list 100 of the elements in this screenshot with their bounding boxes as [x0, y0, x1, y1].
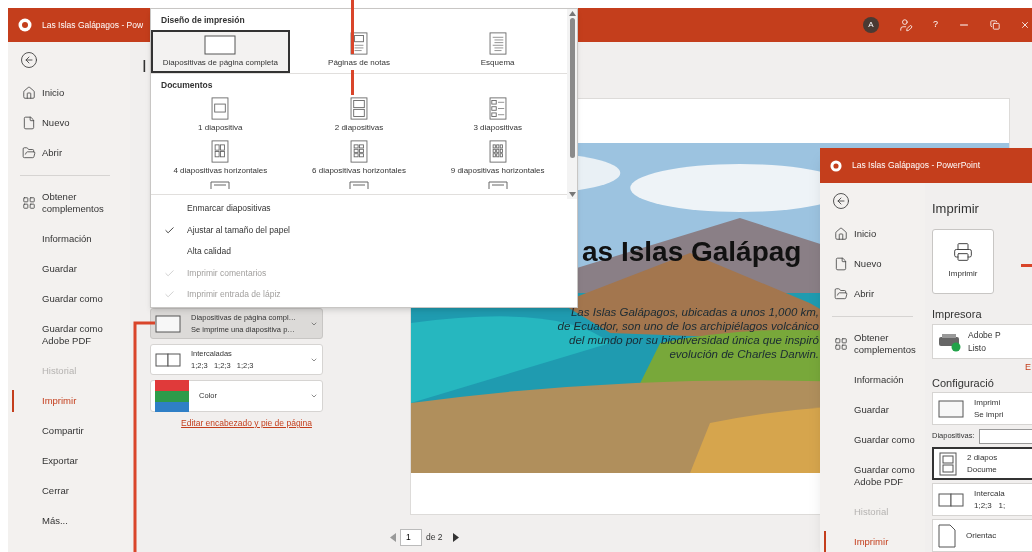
layout-option[interactable]: 3 diapositivas [428, 94, 567, 138]
previous-page-icon[interactable] [390, 533, 396, 542]
sidebar-item[interactable]: Imprimir [42, 395, 112, 407]
sidebar-item[interactable]: Imprimir [854, 536, 921, 548]
layout-option[interactable]: 2 diapositivas [289, 94, 429, 138]
sidebar-item[interactable]: Guardar como Adobe PDF [42, 323, 112, 347]
handout-layout-icon [210, 180, 231, 189]
setting-subtitle: Se impri [974, 408, 1004, 421]
handout-layout-icon [487, 96, 508, 120]
setting-dropdown[interactable]: 2 diapos Docume [932, 447, 1032, 480]
avatar[interactable]: A [863, 17, 879, 33]
home-icon [22, 86, 36, 100]
handout-layout-icon [349, 96, 369, 120]
printer-dropdown[interactable]: Adobe P Listo [932, 324, 1032, 359]
next-page-icon[interactable] [452, 533, 459, 542]
slide-title: as Islas Galápag [582, 235, 802, 269]
slide-text: evolución de Charles Darwin. [669, 347, 819, 361]
slide-text: Las Islas Galápagos, ubicadas a unos 1,000 km, [570, 305, 819, 319]
annotation-line [351, 0, 354, 54]
handout-layout-icon [210, 96, 231, 120]
handout-layout-icon [349, 180, 369, 189]
sidebar-item[interactable]: Cerrar [42, 485, 112, 497]
handout-layout-icon [210, 139, 231, 163]
sidebar-item[interactable]: Nuevo [42, 117, 112, 129]
setting-dropdown[interactable]: Orientac [932, 519, 1032, 552]
document-icon [22, 116, 36, 130]
header-footer-link[interactable]: Editar encabezado y pie de página [181, 417, 312, 430]
sidebar-item[interactable]: Información [42, 233, 112, 245]
sidebar-item[interactable]: Inicio [42, 87, 112, 99]
setting-title: Imprimi [974, 396, 1002, 409]
printer-status: Listo [968, 341, 987, 355]
document-icon [834, 257, 848, 271]
home-icon [834, 227, 848, 241]
sidebar-item[interactable]: Información [854, 374, 921, 386]
window-title: Las Islas Galápagos - PowerPoint [852, 159, 981, 172]
layout-option[interactable]: 1 diapositiva [151, 94, 290, 138]
app-logo-icon [18, 18, 32, 32]
slide-layout-icon [155, 314, 181, 333]
page-number-field[interactable]: 1 [400, 529, 422, 546]
menu-option[interactable]: Ajustar al tamaño del papel [151, 219, 567, 241]
scroll-up-icon[interactable] [568, 11, 576, 16]
slides-field[interactable] [978, 428, 1032, 444]
grid-icon [834, 337, 848, 351]
sidebar-item[interactable]: Abrir [42, 147, 112, 159]
setting-title: Intercala [974, 487, 1006, 500]
coauthor-icon[interactable] [899, 18, 913, 32]
printer-properties-link[interactable]: E [1025, 361, 1031, 375]
sidebar-item[interactable]: Exportar [42, 455, 112, 467]
sidebar-item[interactable]: Nuevo [854, 258, 921, 270]
slide-layout-icon [204, 34, 237, 55]
layout-option[interactable]: Esquema [428, 29, 567, 73]
sidebar-item[interactable]: Guardar [854, 404, 921, 416]
sidebar-item[interactable]: Abrir [854, 288, 921, 300]
scrollbar[interactable] [567, 9, 577, 199]
slide-layout-icon [938, 399, 964, 418]
handout-layout-icon [939, 451, 957, 476]
layout-option[interactable]: 6 diapositivas horizontales [289, 137, 429, 181]
handout-layout-icon [487, 180, 508, 189]
help-button[interactable]: ? [933, 18, 938, 32]
handout-layout-icon [349, 139, 369, 163]
sidebar-item[interactable]: Inicio [854, 228, 921, 240]
chevron-icon [310, 392, 318, 400]
setting-dropdown[interactable]: Intercala 1;2;3 1; [932, 483, 1032, 516]
print-button[interactable]: Imprimir [932, 228, 994, 294]
setting-dropdown[interactable]: Imprimi Se impri [932, 392, 1032, 425]
restore-icon[interactable] [990, 20, 1000, 30]
page-heading: I [142, 56, 147, 78]
window-title: Las Islas Galápagos - Pow [42, 18, 144, 32]
grid-icon [22, 196, 36, 210]
sidebar-item[interactable]: Guardar como Adobe PDF [854, 464, 921, 488]
menu-option[interactable]: Enmarcar diapositivas [151, 198, 567, 220]
layout-option[interactable]: 9 diapositivas horizontales [428, 137, 567, 181]
page-heading: Imprimir [932, 200, 980, 218]
handout-layout-icon [487, 139, 508, 163]
annotation-line [351, 70, 354, 95]
setting-subtitle: 1;2;3 1; [974, 499, 1006, 512]
close-icon[interactable] [1020, 20, 1030, 30]
setting-subtitle: Docume [967, 463, 998, 476]
section-heading: Configuració [932, 375, 995, 391]
color-icon [155, 380, 189, 412]
folder-icon [834, 287, 848, 301]
sidebar-item[interactable]: Obtener complementos [42, 191, 112, 215]
folder-icon [22, 146, 36, 160]
back-icon[interactable] [20, 51, 38, 69]
sidebar-item[interactable]: Guardar [42, 263, 112, 275]
page-count: de 2 [426, 531, 443, 544]
sidebar-item[interactable]: Guardar como [854, 434, 921, 446]
sidebar-item[interactable]: Compartir [42, 425, 112, 437]
sidebar-item[interactable]: Obtener complementos [854, 332, 921, 356]
printer-icon [953, 242, 973, 262]
handout-layout-icon [487, 31, 508, 55]
section-heading: Impresora [932, 306, 983, 322]
sidebar-item[interactable]: Guardar como [42, 293, 112, 305]
sidebar-item[interactable]: Más... [42, 515, 112, 527]
back-icon[interactable] [832, 192, 850, 210]
menu-option[interactable]: Alta calidad [151, 241, 567, 263]
collate-icon [155, 352, 181, 367]
layout-option[interactable]: Diapositivas de página completa [151, 29, 290, 73]
layout-option[interactable]: 4 diapositivas horizontales [151, 137, 290, 181]
printer-name: Adobe P [968, 328, 1001, 342]
